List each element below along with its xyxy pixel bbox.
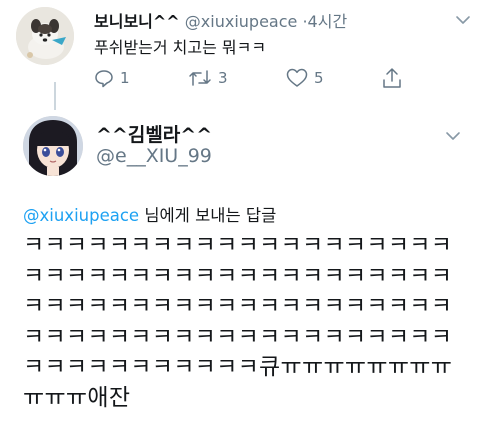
tweet-text: ㅋㅋㅋㅋㅋㅋㅋㅋㅋㅋㅋㅋㅋㅋㅋㅋㅋㅋㅋㅋㅋㅋㅋㅋㅋㅋㅋㅋㅋㅋㅋㅋㅋㅋㅋㅋㅋㅋㅋㅋ…: [23, 232, 453, 411]
retweet-icon: [189, 70, 211, 86]
retweet-count: 3: [218, 69, 228, 87]
display-name[interactable]: 보니보니^^: [94, 12, 180, 31]
share-button[interactable]: [382, 66, 408, 90]
like-icon: [286, 68, 308, 87]
display-name[interactable]: ^^김벨라^^: [96, 120, 212, 147]
avatar[interactable]: [16, 7, 74, 65]
user-handle[interactable]: @xiuxiupeace: [185, 12, 298, 31]
like-count: 5: [314, 69, 324, 87]
share-icon: [383, 68, 401, 88]
caret-down-icon[interactable]: [454, 11, 472, 29]
retweet-button[interactable]: 3: [188, 66, 228, 90]
thread-connector-line: [54, 82, 56, 110]
replying-to: @xiuxiupeace 님에게 보내는 답글: [23, 202, 276, 226]
tweet-text: 푸쉬받는거 치고는 뭐ㅋㅋ: [94, 38, 267, 57]
replying-to-suffix: 님에게 보내는 답글: [139, 206, 277, 225]
tweet-header: 보니보니^^ @xiuxiupeace ·4시간: [94, 8, 347, 32]
reply-icon: [95, 70, 113, 88]
anime-girl-avatar-image: [23, 116, 83, 176]
user-handle[interactable]: @e__XIU_99: [96, 145, 212, 167]
caret-down-icon[interactable]: [444, 127, 462, 145]
avatar[interactable]: [23, 116, 83, 176]
reply-count: 1: [120, 69, 130, 87]
replying-to-mention[interactable]: @xiuxiupeace: [23, 206, 139, 225]
tweet-time[interactable]: 4시간: [308, 12, 348, 31]
dog-avatar-image: [16, 7, 74, 65]
like-button[interactable]: 5: [286, 66, 324, 90]
reply-button[interactable]: 1: [94, 66, 130, 90]
